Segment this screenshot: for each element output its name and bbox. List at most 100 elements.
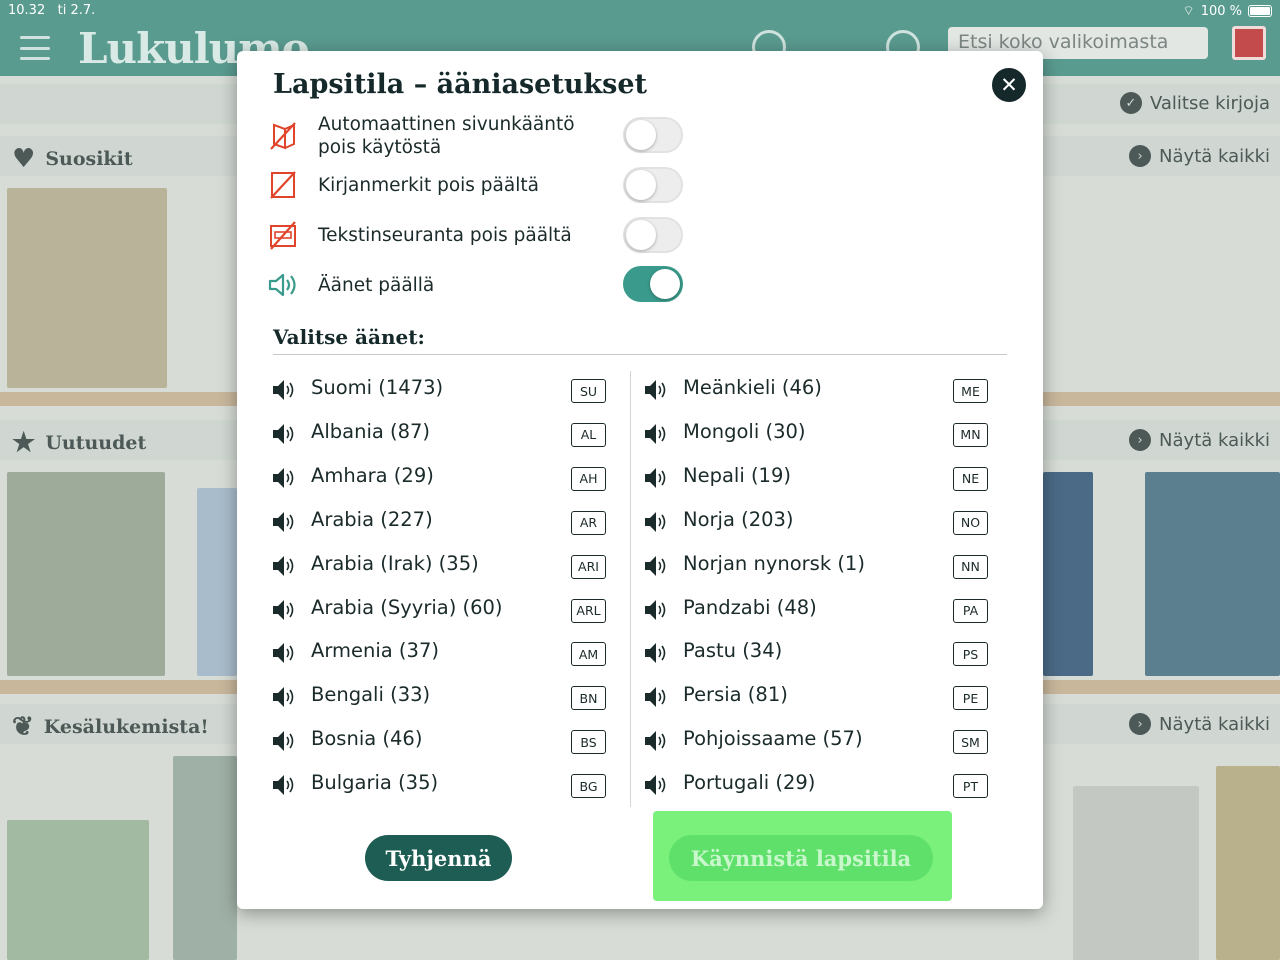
book-cover[interactable] [7, 472, 165, 676]
book-cover[interactable] [1216, 766, 1280, 960]
voice-label: Meänkieli (46) [683, 376, 822, 399]
voice-option[interactable]: Suomi (1473) SU [271, 371, 611, 407]
voice-option[interactable]: Norja (203) NO [643, 503, 993, 539]
voices-section-label: Valitse äänet: [273, 325, 425, 349]
voice-label: Bulgaria (35) [311, 771, 439, 795]
voice-label: Arabia (Syyria) (60) [311, 595, 503, 619]
voice-option[interactable]: Portugali (29) PT [643, 766, 993, 802]
voice-label: Pastu (34) [683, 639, 783, 663]
book-cover[interactable] [1145, 472, 1280, 676]
show-all-link[interactable]: › Näytä kaikki [1129, 429, 1270, 451]
battery-icon [1248, 5, 1272, 17]
voice-option[interactable]: Pandzabi (48) PA [643, 591, 993, 627]
section-title: ❦ Kesälukemista! [12, 712, 209, 742]
section-title: ♥ Suosikit [12, 144, 133, 174]
language-code-badge: SM [953, 730, 988, 755]
select-books-link[interactable]: ✓ Valitse kirjoja [1119, 92, 1270, 114]
language-code-badge: PE [953, 686, 988, 711]
voice-label: Bosnia (46) [311, 727, 423, 751]
setting-label: Tekstinseuranta pois päältä [318, 224, 572, 246]
book-cover[interactable] [7, 820, 149, 960]
voice-option[interactable]: Pastu (34) PS [643, 634, 993, 670]
voice-option[interactable]: Mongoli (30) MN [643, 415, 993, 451]
language-code-badge: NN [953, 554, 988, 579]
language-code-badge: BN [571, 686, 606, 711]
language-code-badge: PA [953, 598, 988, 623]
voice-option[interactable]: Meänkieli (46) ME [643, 371, 993, 407]
voice-label: Portugali (29) [683, 771, 816, 795]
language-code-badge: AL [571, 422, 606, 447]
wifi-icon: ⌔ [1182, 4, 1195, 19]
voice-option[interactable]: Arabia (Irak) (35) ARI [271, 547, 611, 583]
book-cover[interactable] [7, 188, 167, 388]
close-icon: ✕ [1000, 73, 1018, 97]
page-turn-off-icon [270, 122, 296, 150]
voice-label: Persia (81) [683, 683, 788, 707]
star-icon: ★ [12, 428, 36, 458]
language-code-badge: PT [953, 774, 988, 799]
language-code-badge: BG [571, 774, 606, 799]
voice-option[interactable]: Bulgaria (35) BG [271, 766, 611, 802]
column-divider [630, 371, 631, 807]
close-button[interactable]: ✕ [992, 68, 1026, 102]
text-tracking-toggle[interactable] [623, 217, 683, 253]
battery-status: ⌔ 100 % [1182, 3, 1272, 19]
speaker-icon [645, 423, 666, 444]
voice-option[interactable]: Nepali (19) NE [643, 459, 993, 495]
show-all-link[interactable]: › Näytä kaikki [1129, 713, 1270, 735]
voice-option[interactable]: Persia (81) PE [643, 678, 993, 714]
setting-label: Kirjanmerkit pois päältä [318, 174, 539, 196]
voice-option[interactable]: Arabia (Syyria) (60) ARL [271, 591, 611, 627]
voice-label: Norja (203) [683, 507, 794, 531]
voice-label: Pandzabi (48) [683, 595, 817, 619]
chevron-right-icon: › [1129, 713, 1152, 735]
brand-badge-icon[interactable] [1232, 26, 1266, 60]
section-title: ★ Uutuudet [12, 428, 147, 458]
voice-label: Norjan nynorsk (1) [683, 551, 865, 575]
check-icon: ✓ [1119, 92, 1142, 114]
speaker-on-icon [268, 273, 296, 297]
speaker-icon [645, 775, 666, 796]
menu-icon[interactable] [20, 36, 50, 60]
voice-settings-dialog: Lapsitila – ääniasetukset ✕ Automaattine… [237, 51, 1043, 909]
book-cover[interactable] [1073, 786, 1199, 960]
voice-label: Suomi (1473) [311, 376, 444, 399]
book-cover[interactable] [173, 756, 237, 960]
show-all-link[interactable]: › Näytä kaikki [1129, 145, 1270, 167]
language-code-badge: PS [953, 642, 988, 667]
sounds-toggle[interactable] [623, 266, 683, 302]
speaker-icon [645, 555, 666, 576]
speaker-icon [273, 555, 294, 576]
voice-option[interactable]: Arabia (227) AR [271, 503, 611, 539]
dialog-title: Lapsitila – ääniasetukset [273, 69, 648, 100]
voice-option[interactable]: Norjan nynorsk (1) NN [643, 547, 993, 583]
voice-label: Arabia (227) [311, 507, 433, 531]
heart-icon: ♥ [12, 144, 36, 174]
voice-option[interactable]: Amhara (29) AH [271, 459, 611, 495]
voice-option[interactable]: Bosnia (46) BS [271, 722, 611, 758]
speaker-icon [273, 731, 294, 752]
speaker-icon [645, 599, 666, 620]
book-cover[interactable] [1043, 472, 1093, 676]
text-tracking-off-icon [270, 221, 296, 250]
start-child-mode-button[interactable]: Käynnistä lapsitila [669, 835, 933, 881]
speaker-icon [273, 423, 294, 444]
voice-option[interactable]: Bengali (33) BN [271, 678, 611, 714]
voice-label: Nepali (19) [683, 463, 791, 487]
speaker-icon [273, 380, 294, 400]
voice-label: Pohjoissaame (57) [683, 727, 863, 751]
voice-option[interactable]: Armenia (37) AM [271, 634, 611, 670]
voice-option[interactable]: Pohjoissaame (57) SM [643, 722, 993, 758]
auto-page-turn-toggle[interactable] [623, 117, 683, 153]
bookmarks-toggle[interactable] [623, 167, 683, 203]
voice-label: Armenia (37) [311, 639, 439, 663]
language-code-badge: NO [953, 510, 988, 535]
language-code-badge: ARL [571, 598, 606, 623]
setting-label: Automaattinen sivunkääntö pois käytöstä [318, 114, 575, 158]
book-cover[interactable] [197, 488, 237, 676]
clear-button[interactable]: Tyhjennä [365, 835, 512, 881]
speaker-icon [645, 511, 666, 532]
voice-option[interactable]: Albania (87) AL [271, 415, 611, 451]
speaker-icon [273, 511, 294, 532]
bookmark-off-icon [270, 171, 296, 199]
